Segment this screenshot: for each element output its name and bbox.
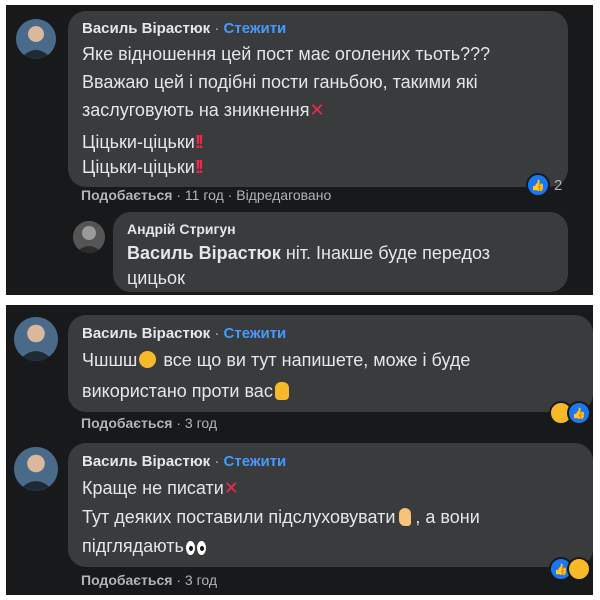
reaction-count: 2	[554, 176, 563, 194]
comment-actions: Подобається · 11 год · Відредаговано	[81, 187, 332, 203]
reaction-summary[interactable]: 👍	[549, 401, 591, 425]
double-exclamation-icon: !!	[194, 157, 204, 177]
cross-mark-icon: ✕	[223, 478, 239, 498]
pointing-finger-icon	[274, 382, 289, 400]
comment-text-line: підглядають	[82, 536, 208, 560]
author-name[interactable]: Василь Вірастюк	[82, 453, 210, 470]
separator-dot: ·	[214, 453, 220, 470]
separator-dot: ·	[214, 325, 220, 342]
comment-bubble: Василь Вірастюк · Стежити Чшшш все що ви…	[68, 315, 593, 412]
comment-text-line: Краще не писати✕	[82, 478, 239, 498]
separator-dot: ·	[214, 20, 220, 37]
cross-mark-icon: ✕	[309, 100, 325, 120]
author-avatar[interactable]	[16, 19, 56, 59]
bottom-screenshot-panel: Василь Вірастюк · Стежити Чшшш все що ви…	[6, 305, 593, 595]
eyes-icon	[185, 539, 208, 560]
reaction-summary[interactable]: 👍	[549, 557, 591, 581]
timestamp[interactable]: 3 год	[185, 572, 217, 588]
timestamp[interactable]: 11 год	[185, 187, 224, 203]
reply-text-line: Василь Вірастюк ніт. Інакше буде передоз	[127, 243, 491, 263]
like-action-link[interactable]: Подобається	[81, 415, 172, 431]
haha-reaction-icon	[567, 557, 591, 581]
comment-text-line: Яке відношення цей пост має оголених тьо…	[82, 44, 491, 64]
follow-link[interactable]: Стежити	[224, 325, 287, 342]
author-name[interactable]: Василь Вірастюк	[82, 20, 210, 37]
reply-bubble: Андрій Стригун Василь Вірастюк ніт. Інак…	[113, 212, 568, 292]
reaction-summary[interactable]: 👍 2	[526, 173, 563, 197]
reply-text-line: цицьок	[127, 268, 185, 288]
comment-bubble: Василь Вірастюк · Стежити Краще не писат…	[68, 443, 593, 567]
like-reaction-icon: 👍	[526, 173, 550, 197]
comment-text-line: Чшшш все що ви тут напишете, може і буде	[82, 350, 471, 370]
edited-label: Відредаговано	[236, 187, 332, 203]
follow-link[interactable]: Стежити	[224, 20, 287, 37]
comment-actions: Подобається · 3 год	[81, 572, 218, 588]
mention-link[interactable]: Василь Вірастюк	[127, 243, 281, 263]
top-screenshot-panel: Василь Вірастюк · Стежити Яке відношення…	[6, 5, 593, 295]
author-name[interactable]: Василь Вірастюк	[82, 325, 210, 342]
follow-link[interactable]: Стежити	[224, 453, 287, 470]
comment-text-line: Ціцьки-ціцьки!!	[82, 157, 204, 177]
author-avatar[interactable]	[14, 317, 58, 361]
comment-text-line: використано проти вас	[82, 381, 289, 402]
comment-bubble: Василь Вірастюк · Стежити Яке відношення…	[68, 11, 568, 187]
like-action-link[interactable]: Подобається	[81, 187, 172, 203]
comment-text-line: Вважаю цей і подібні пости ганьбою, таки…	[82, 72, 478, 92]
double-exclamation-icon: !!	[194, 132, 204, 152]
comment-text-line: Тут деяких поставили підслуховувати, а в…	[82, 507, 480, 527]
like-action-link[interactable]: Подобається	[81, 572, 172, 588]
timestamp[interactable]: 3 год	[185, 415, 217, 431]
author-avatar[interactable]	[14, 447, 58, 491]
shushing-face-icon	[139, 351, 157, 368]
comment-text-line: заслуговують на зникнення✕	[82, 100, 325, 120]
ear-icon	[399, 508, 412, 526]
reply-author-avatar[interactable]	[73, 221, 105, 253]
comment-text-line: Ціцьки-ціцьки!!	[82, 132, 204, 152]
comment-actions: Подобається · 3 год	[81, 415, 218, 431]
like-reaction-icon: 👍	[567, 401, 591, 425]
reply-author-name[interactable]: Андрій Стригун	[127, 221, 236, 237]
